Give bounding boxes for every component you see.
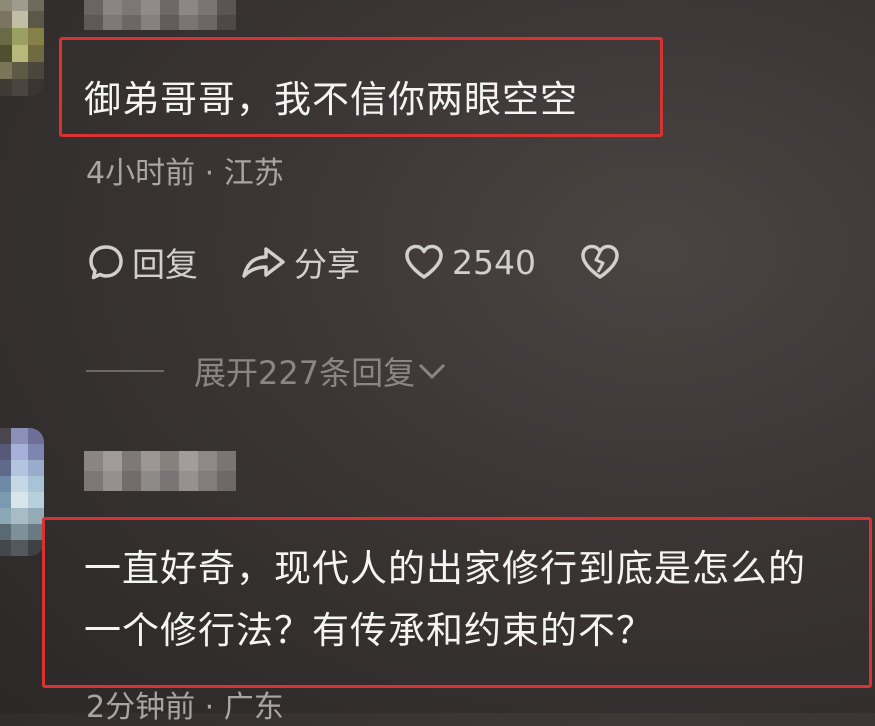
like-button[interactable]: 2540	[402, 242, 536, 282]
share-button[interactable]: 分享	[240, 238, 360, 286]
username-blurred[interactable]	[84, 451, 236, 491]
reply-bubble-icon	[89, 245, 123, 280]
avatar[interactable]	[0, 0, 44, 96]
comment-text: 一直好奇，现代人的出家修行到底是怎么的 一个修行法？有传承和约束的不？	[84, 538, 874, 662]
username-blurred[interactable]	[84, 0, 236, 30]
expand-replies-label: 展开227条回复	[194, 354, 416, 392]
share-label: 分享	[294, 245, 360, 284]
dislike-button[interactable]	[578, 242, 628, 282]
comment-text-line: 一直好奇，现代人的出家修行到底是怎么的	[84, 547, 806, 590]
reply-button[interactable]: 回复	[86, 238, 198, 286]
like-count: 2540	[452, 242, 536, 282]
comment-meta: 4小时前 · 江苏	[86, 156, 284, 191]
comment-text-line: 一个修行法？有传承和约束的不？	[84, 609, 654, 652]
heart-icon	[405, 244, 443, 279]
expand-replies[interactable]: 展开227条回复	[86, 348, 449, 394]
share-arrow-icon	[242, 247, 285, 278]
comment-meta: 2分钟前 · 广东	[86, 690, 284, 725]
reply-label: 回复	[132, 245, 198, 284]
chevron-down-icon	[419, 363, 446, 380]
broken-heart-icon	[581, 244, 619, 279]
avatar[interactable]	[0, 428, 44, 556]
comment-text: 御弟哥哥，我不信你两眼空空	[84, 78, 578, 121]
divider	[86, 370, 164, 372]
comment-actions: 回复 分享 2540	[86, 237, 670, 287]
